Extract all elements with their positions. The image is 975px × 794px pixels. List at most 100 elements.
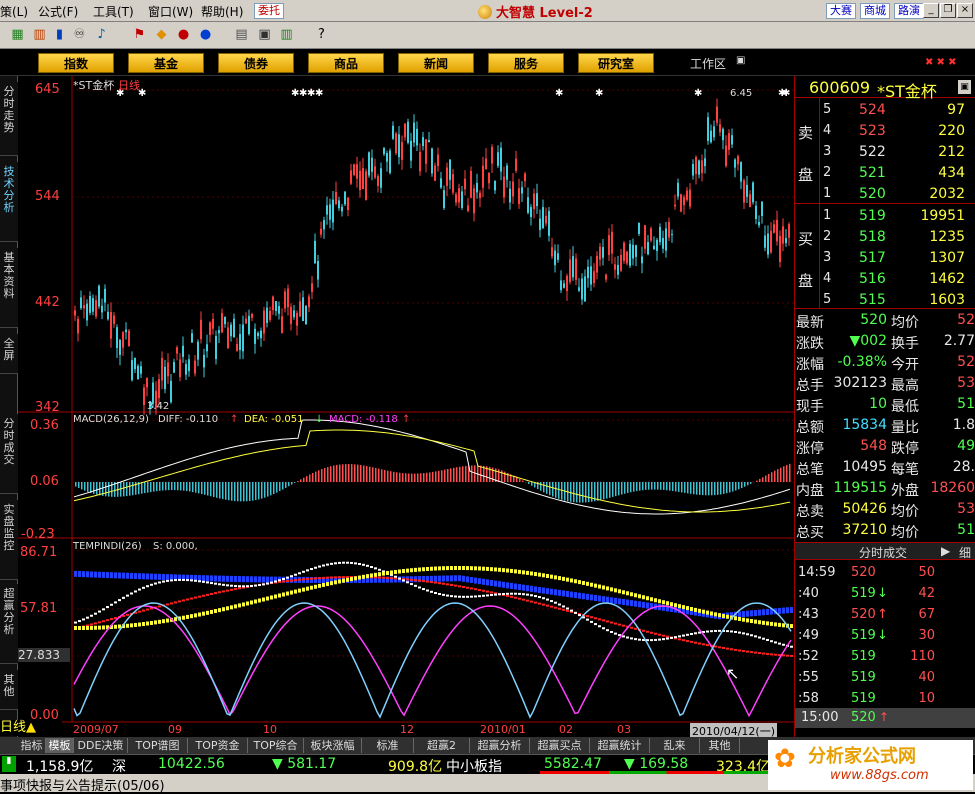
red-line-dot bbox=[654, 633, 657, 635]
indicator-tab[interactable]: TOP综合 bbox=[248, 738, 304, 753]
vtab-super-analysis[interactable]: 超赢分析 bbox=[0, 584, 18, 664]
stat-value: 50426 bbox=[825, 501, 887, 517]
tab-service[interactable]: 服务 bbox=[488, 53, 564, 73]
red-line-dot bbox=[90, 623, 93, 625]
menu-help[interactable]: 帮助(H) bbox=[201, 3, 243, 20]
candle-body bbox=[761, 202, 763, 216]
vtab-trades[interactable]: 分时成交 bbox=[0, 414, 18, 494]
tab-index[interactable]: 指数 bbox=[38, 53, 114, 73]
sell-price[interactable]: 522 bbox=[859, 144, 886, 160]
buy-price[interactable]: 517 bbox=[859, 250, 886, 266]
vtab-fullscreen[interactable]: 全屏 bbox=[0, 334, 18, 374]
ticks-title[interactable]: 分时成交 bbox=[859, 544, 907, 561]
macd-bar bbox=[210, 482, 212, 496]
macd-bar bbox=[621, 482, 623, 494]
tab-commodity[interactable]: 商品 bbox=[308, 53, 384, 73]
red-line-dot bbox=[458, 585, 461, 587]
indicator-tab[interactable]: 指标 bbox=[18, 738, 46, 753]
candle-body bbox=[215, 336, 217, 359]
tab-news[interactable]: 新闻 bbox=[398, 53, 474, 73]
flag-icon[interactable]: ⚑ bbox=[130, 26, 149, 44]
red-line-dot bbox=[770, 653, 773, 655]
menu-tools[interactable]: 工具(T) bbox=[93, 3, 134, 20]
chart-area[interactable]: ✱✱✱✱✱✱✱✱✱✱✱ *ST金杯 日线 645 544 442 342 6.4… bbox=[18, 76, 794, 737]
help-pointer-icon[interactable]: ? bbox=[312, 26, 331, 44]
window-icon[interactable]: ▣ bbox=[255, 26, 274, 44]
link-roadshow[interactable]: 路演 bbox=[894, 3, 924, 19]
bars-icon[interactable]: ▥ bbox=[30, 26, 49, 44]
indicator-tab[interactable]: 板块涨幅 bbox=[304, 738, 362, 753]
sell-price[interactable]: 524 bbox=[859, 102, 886, 118]
vtab-technical[interactable]: 技术分析 bbox=[0, 162, 18, 242]
sell-price[interactable]: 520 bbox=[859, 186, 886, 202]
vtab-other[interactable]: 其他 bbox=[0, 670, 18, 710]
candle-body bbox=[224, 317, 226, 324]
buy-price[interactable]: 519 bbox=[859, 208, 886, 224]
candle-body bbox=[473, 188, 475, 213]
tab-research[interactable]: 研究室 bbox=[578, 53, 654, 73]
sell-volume: 220 bbox=[895, 123, 965, 139]
restore-icon[interactable]: ❐ bbox=[940, 3, 956, 18]
menu-formula[interactable]: 公式(F) bbox=[38, 3, 78, 20]
circle-red-icon[interactable]: ● bbox=[174, 26, 193, 44]
indicator-tab[interactable]: 超赢分析 bbox=[470, 738, 530, 753]
macd-bar bbox=[786, 465, 788, 482]
blue-band-segment bbox=[78, 571, 81, 577]
macd-bar bbox=[579, 482, 581, 503]
menu-window[interactable]: 窗口(W) bbox=[148, 3, 193, 20]
white-line-dot bbox=[730, 630, 733, 632]
ticks-next-icon[interactable]: ▶ bbox=[941, 544, 950, 558]
vtab-fundamentals[interactable]: 基本资料 bbox=[0, 248, 18, 328]
candle-icon[interactable]: ▮ bbox=[50, 26, 69, 44]
buy-price[interactable]: 518 bbox=[859, 229, 886, 245]
entrust-button[interactable]: 委托 bbox=[254, 3, 284, 19]
tab-bond[interactable]: 债券 bbox=[218, 53, 294, 73]
panel-close-icon[interactable]: ✖ ✖ ✖ bbox=[925, 57, 957, 68]
close-icon[interactable]: × bbox=[957, 3, 973, 18]
indicator-tab[interactable]: TOP资金 bbox=[188, 738, 248, 753]
quote-menu-icon[interactable]: ▣ bbox=[958, 80, 971, 94]
status-indicator-icon[interactable]: ▮ bbox=[2, 756, 16, 772]
link-contest[interactable]: 大赛 bbox=[826, 3, 856, 19]
workspace-label[interactable]: 工作区 bbox=[690, 55, 726, 72]
circle-blue-icon[interactable]: ● bbox=[196, 26, 215, 44]
link-mall[interactable]: 商城 bbox=[860, 3, 890, 19]
indicator-tab[interactable]: 其他 bbox=[700, 738, 740, 753]
indicator-tab[interactable]: 超赢买点 bbox=[530, 738, 590, 753]
workspace-dropdown-icon[interactable]: ▣ bbox=[736, 55, 745, 66]
tab-fund[interactable]: 基金 bbox=[128, 53, 204, 73]
diamond-icon[interactable]: ◆ bbox=[152, 26, 171, 44]
buy-price[interactable]: 516 bbox=[859, 271, 886, 287]
indicator-tab[interactable]: 模板 bbox=[46, 738, 74, 753]
indicator-tab[interactable]: 超赢2 bbox=[414, 738, 470, 753]
alert-icon[interactable]: ♪ bbox=[92, 26, 111, 44]
white-line-dot bbox=[678, 635, 681, 637]
binoculars-icon[interactable]: ♾ bbox=[70, 26, 89, 44]
white-line-dot bbox=[330, 563, 333, 565]
grid-icon[interactable]: ▦ bbox=[8, 26, 27, 44]
indicator-tab[interactable]: DDE决策 bbox=[74, 738, 128, 753]
ticks-detail-tab[interactable]: 细 bbox=[959, 544, 971, 561]
indicator-tab[interactable]: 超赢统计 bbox=[590, 738, 650, 753]
menu-strategy[interactable]: 策(L) bbox=[0, 3, 28, 20]
white-line-dot bbox=[394, 576, 397, 578]
indicator-tab[interactable]: 标准 bbox=[362, 738, 414, 753]
candle-body bbox=[377, 176, 379, 186]
red-line-dot bbox=[746, 651, 749, 653]
vtab-monitor[interactable]: 实盘监控 bbox=[0, 500, 18, 580]
indicator-tab[interactable]: TOP谱图 bbox=[128, 738, 188, 753]
sell-price[interactable]: 521 bbox=[859, 165, 886, 181]
book-icon[interactable]: ▥ bbox=[277, 26, 296, 44]
candle-body bbox=[524, 173, 526, 181]
sell-price[interactable]: 523 bbox=[859, 123, 886, 139]
news-ticker[interactable]: 事项快报与公告提示(05/06) bbox=[0, 775, 165, 794]
minimize-icon[interactable]: _ bbox=[923, 3, 939, 18]
doc-icon[interactable]: ▤ bbox=[232, 26, 251, 44]
candle-body bbox=[92, 298, 94, 312]
period-button[interactable]: 日线▲ bbox=[0, 720, 62, 736]
buy-price[interactable]: 515 bbox=[859, 292, 886, 308]
yellow-band-segment bbox=[746, 618, 749, 622]
white-line-dot bbox=[462, 596, 465, 598]
indicator-tab[interactable]: 乱来 bbox=[650, 738, 700, 753]
vtab-intraday[interactable]: 分时走势 bbox=[0, 82, 18, 156]
